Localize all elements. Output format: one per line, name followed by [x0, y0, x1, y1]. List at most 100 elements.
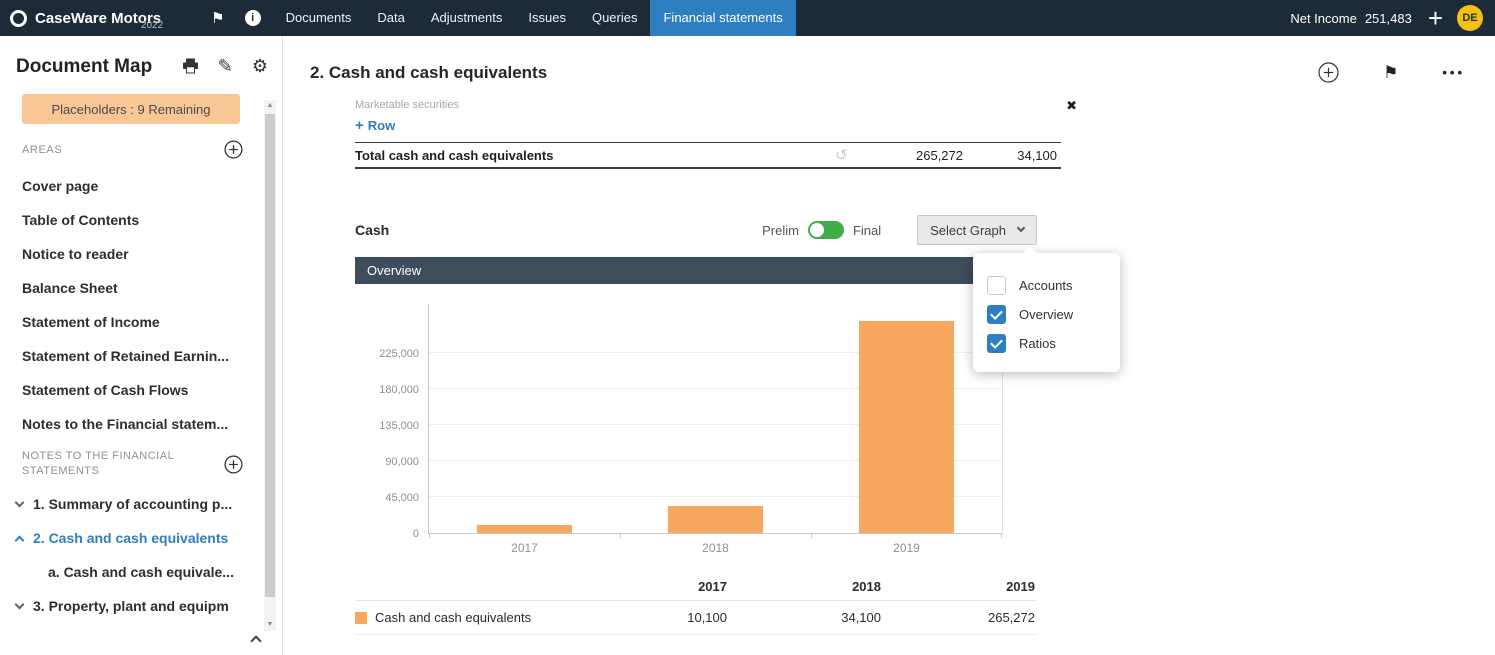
- notes-section-header: NOTES TO THE FINANCIAL STATEMENTS: [22, 449, 243, 479]
- document-list: Cover page Table of Contents Notice to r…: [0, 169, 282, 441]
- edit-icon[interactable]: ✎: [218, 58, 233, 76]
- sidebar-item-balance-sheet[interactable]: Balance Sheet: [0, 271, 282, 305]
- page-title: 2. Cash and cash equivalents: [310, 63, 547, 83]
- final-label: Final: [853, 223, 881, 238]
- sidebar-item-cash-flows[interactable]: Statement of Cash Flows: [0, 373, 282, 407]
- chart-summary-table: 2017 2018 2019 Cash and cash equivalents…: [355, 573, 1037, 635]
- ratios-checkbox[interactable]: [987, 334, 1006, 353]
- ghost-row-label: Marketable securities: [355, 99, 1061, 111]
- nav-adjustments[interactable]: Adjustments: [418, 0, 516, 36]
- add-row-button[interactable]: + Row: [355, 117, 425, 134]
- chart-body: 225,000 180,000 135,000 90,000 45,000 0: [355, 284, 1037, 561]
- topbar-right: Net Income 251,483 + DE: [1290, 3, 1495, 33]
- note-item-summary-of-accounting[interactable]: 1. Summary of accounting p...: [0, 487, 282, 521]
- overview-chart-panel: Overview 225,000 180,000 135,000 90,000 …: [355, 257, 1037, 561]
- print-icon[interactable]: [182, 58, 199, 77]
- prelim-final-toggle[interactable]: [808, 221, 844, 239]
- overview-checkbox[interactable]: [987, 305, 1006, 324]
- y-axis-tick: 0: [359, 528, 419, 540]
- sidebar-item-table-of-contents[interactable]: Table of Contents: [0, 203, 282, 237]
- sidebar-header: Document Map ✎ ⚙: [0, 36, 282, 78]
- nav-issues[interactable]: Issues: [515, 0, 579, 36]
- main-nav: Documents Data Adjustments Issues Querie…: [273, 0, 796, 36]
- x-axis-tick: [1001, 533, 1002, 538]
- flag-icon[interactable]: ⚑: [211, 0, 224, 36]
- scrollbar-thumb[interactable]: [265, 114, 275, 597]
- note-item-label: a. Cash and cash equivale...: [48, 564, 234, 580]
- chart-panel-title: Overview: [367, 263, 421, 278]
- bar-2019: [859, 321, 954, 533]
- add-note-icon[interactable]: [224, 455, 243, 474]
- cash-section-header: Cash Prelim Final Select Graph: [355, 215, 1037, 245]
- note-toolbar: ⚑ •••: [1318, 62, 1465, 83]
- bar-chart-plot: 225,000 180,000 135,000 90,000 45,000 0: [428, 304, 1003, 534]
- scroll-down-icon[interactable]: ▼: [264, 619, 276, 631]
- sidebar-item-notes[interactable]: Notes to the Financial statem...: [0, 407, 282, 441]
- sidebar-item-cover-page[interactable]: Cover page: [0, 169, 282, 203]
- sidebar-item-notice-to-reader[interactable]: Notice to reader: [0, 237, 282, 271]
- brand[interactable]: CaseWare Motors 2022: [35, 0, 191, 36]
- accounts-checkbox[interactable]: [987, 276, 1006, 295]
- note-item-label: 3. Property, plant and equipm: [33, 598, 229, 614]
- note-header: 2. Cash and cash equivalents ⚑ •••: [284, 36, 1495, 83]
- close-icon[interactable]: ✖: [1066, 99, 1077, 114]
- y-axis-tick: 90,000: [359, 456, 419, 468]
- nav-queries[interactable]: Queries: [579, 0, 651, 36]
- nav-financial-statements[interactable]: Financial statements: [650, 0, 795, 36]
- total-value-2018: 34,100: [963, 148, 1061, 163]
- y-axis-tick: 180,000: [359, 384, 419, 396]
- settings-gear-icon[interactable]: ⚙: [252, 58, 268, 76]
- select-graph-dropdown: Accounts Overview Ratios: [973, 253, 1120, 372]
- add-row-label: Row: [368, 118, 395, 133]
- caseware-logo[interactable]: [10, 10, 27, 27]
- areas-section-header: AREAS: [22, 140, 243, 159]
- total-value-2019: 265,272: [855, 148, 963, 163]
- add-content-icon[interactable]: [1318, 62, 1339, 83]
- note-item-cash-equivalents[interactable]: 2. Cash and cash equivalents: [0, 521, 282, 555]
- legend-swatch: [355, 612, 367, 624]
- summary-header-2019: 2019: [883, 579, 1037, 594]
- collapse-sidebar-icon[interactable]: [252, 632, 260, 650]
- note-subitem-cash-equivalents[interactable]: a. Cash and cash equivale...: [0, 555, 282, 589]
- dropdown-option-ratios[interactable]: Ratios: [973, 329, 1120, 358]
- x-axis-label-2019: 2019: [811, 541, 1002, 555]
- history-icon[interactable]: ↺: [835, 146, 855, 164]
- areas-label: AREAS: [22, 144, 62, 156]
- more-options-icon[interactable]: •••: [1442, 63, 1465, 83]
- chevron-up-icon: [15, 535, 25, 545]
- net-income-value: 251,483: [1365, 11, 1412, 26]
- placeholders-badge[interactable]: Placeholders : 9 Remaining: [22, 94, 240, 124]
- flag-note-icon[interactable]: ⚑: [1383, 63, 1398, 83]
- prelim-final-toggle-group: Prelim Final: [762, 221, 881, 239]
- note-item-label: 2. Cash and cash equivalents: [33, 530, 228, 546]
- document-map-sidebar: Document Map ✎ ⚙ Placeholders : 9 Remain…: [0, 36, 283, 655]
- x-axis-tick: [620, 533, 621, 538]
- notes-section-label: NOTES TO THE FINANCIAL STATEMENTS: [22, 449, 187, 479]
- sidebar-tools: ✎ ⚙: [182, 58, 268, 77]
- dropdown-option-label: Ratios: [1019, 336, 1056, 351]
- add-area-icon[interactable]: [224, 140, 243, 159]
- dropdown-option-overview[interactable]: Overview: [973, 300, 1120, 329]
- chevron-down-icon: [15, 599, 25, 609]
- info-icon[interactable]: i: [245, 10, 261, 26]
- sidebar-item-retained-earnings[interactable]: Statement of Retained Earnin...: [0, 339, 282, 373]
- x-axis-labels: 2017 2018 2019: [429, 541, 1002, 555]
- bar-2018: [668, 506, 763, 533]
- select-graph-button[interactable]: Select Graph: [917, 215, 1037, 245]
- scroll-up-icon[interactable]: ▲: [264, 100, 276, 112]
- nav-documents[interactable]: Documents: [273, 0, 365, 36]
- avatar[interactable]: DE: [1457, 5, 1483, 31]
- dropdown-option-accounts[interactable]: Accounts: [973, 271, 1120, 300]
- series-name: Cash and cash equivalents: [375, 610, 531, 625]
- summary-value-2019: 265,272: [883, 610, 1037, 625]
- notes-list: 1. Summary of accounting p... 2. Cash an…: [0, 487, 282, 623]
- chart-panel-header: Overview: [355, 257, 1037, 284]
- sidebar-item-statement-of-income[interactable]: Statement of Income: [0, 305, 282, 339]
- nav-data[interactable]: Data: [364, 0, 417, 36]
- sidebar-scrollbar[interactable]: ▲ ▼: [264, 100, 276, 631]
- note-item-property-plant-equipment[interactable]: 3. Property, plant and equipm: [0, 589, 282, 623]
- top-bar: CaseWare Motors 2022 ⚑ i Documents Data …: [0, 0, 1495, 36]
- add-icon[interactable]: +: [1428, 3, 1443, 33]
- bar-2017: [477, 525, 572, 533]
- summary-data-row: Cash and cash equivalents 10,100 34,100 …: [355, 601, 1037, 635]
